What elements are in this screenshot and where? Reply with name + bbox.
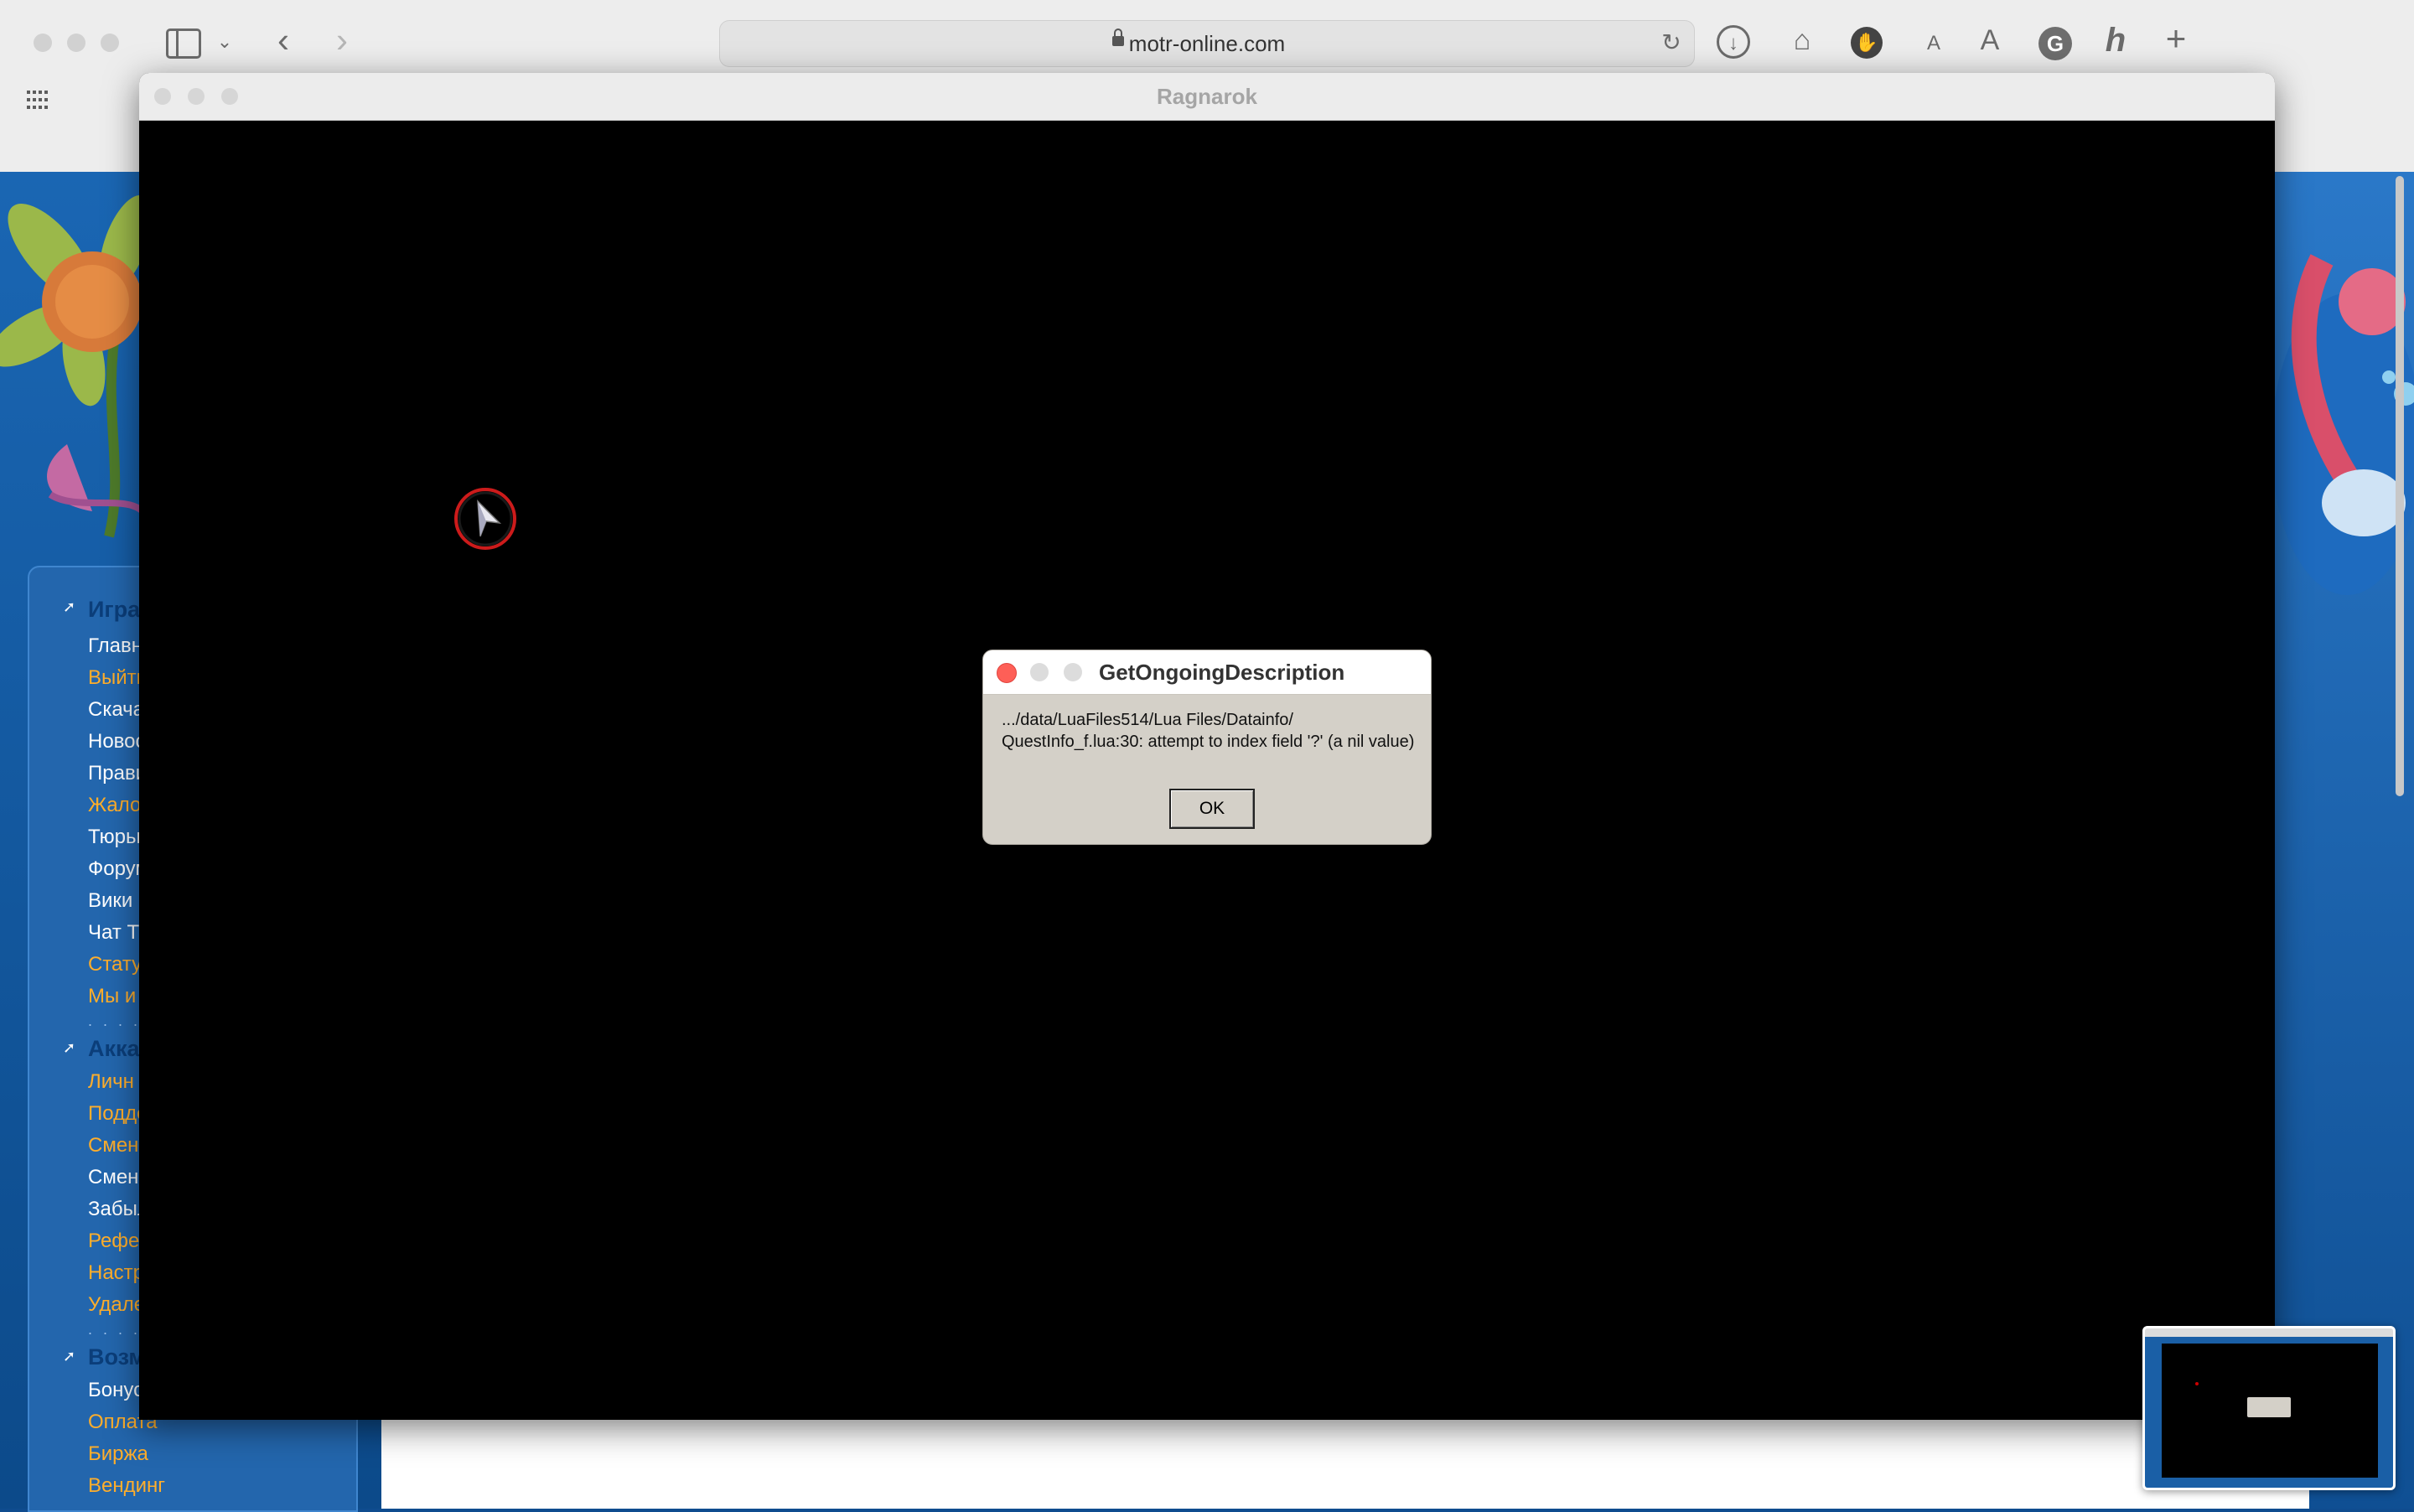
window-minimize-button[interactable] [67,34,85,52]
web-page-content-area [381,1416,2309,1509]
dialog-titlebar[interactable]: GetOngoingDescription [983,650,1431,695]
sidebar-item[interactable]: Биржа [88,1438,256,1470]
dialog-zoom-button[interactable] [1064,663,1082,681]
reload-icon[interactable]: ↻ [1659,26,1684,60]
sidebar-icon[interactable] [166,28,201,59]
honey-icon[interactable]: h [2099,23,2132,57]
page-scrollbar[interactable] [2396,176,2404,796]
dialog-minimize-button[interactable] [1030,663,1049,681]
window-thumbnail[interactable] [2142,1326,2396,1490]
new-tab-icon[interactable]: + [2159,21,2193,56]
sidebar-heading-account[interactable]: Акка [88,1036,140,1062]
ragnarok-window-title: Ragnarok [1157,84,1257,109]
text-smaller-icon[interactable]: A [1921,27,1946,60]
forward-icon[interactable]: › [325,23,359,58]
dialog-close-button[interactable] [997,663,1017,683]
sidebar-section-game-arrow: ➚ [63,598,76,615]
sidebar-section-account-arrow: ➚ [63,1039,76,1056]
text-larger-icon[interactable]: A [1975,23,2005,57]
sidebar-heading-features[interactable]: Возм [88,1344,145,1370]
url-text: motr-online.com [1128,31,1286,56]
ok-button[interactable]: OK [1169,789,1255,829]
window-close-button[interactable] [34,34,52,52]
mermaid-illustration [2272,254,2414,595]
hand-icon[interactable]: ✋ [1851,27,1883,59]
dialog-message: .../data/LuaFiles514/Lua Files/Datainfo/… [1002,711,1415,751]
sidebar-heading-game[interactable]: Игра [88,597,140,623]
error-dialog[interactable]: GetOngoingDescription .../data/LuaFiles5… [982,650,1432,845]
download-icon[interactable]: ↓ [1717,25,1750,59]
sidebar-item[interactable]: Вендинг [88,1470,256,1502]
back-icon[interactable]: ‹ [267,23,300,58]
address-bar[interactable]: motr-online.com ↻ [719,20,1695,67]
apps-grid-icon[interactable] [27,91,49,109]
chevron-down-icon[interactable]: ⌄ [215,25,235,59]
ragnarok-titlebar[interactable]: Ragnarok [139,73,2275,121]
sunflower-illustration [0,194,142,538]
dialog-title: GetOngoingDescription [1099,660,1345,685]
grammarly-icon[interactable]: G [2038,27,2072,60]
window-zoom-button[interactable] [101,34,119,52]
game-cursor-icon [454,488,516,550]
sidebar-section-features-arrow: ➚ [63,1348,76,1364]
home-icon[interactable]: ⌂ [1784,23,1821,57]
